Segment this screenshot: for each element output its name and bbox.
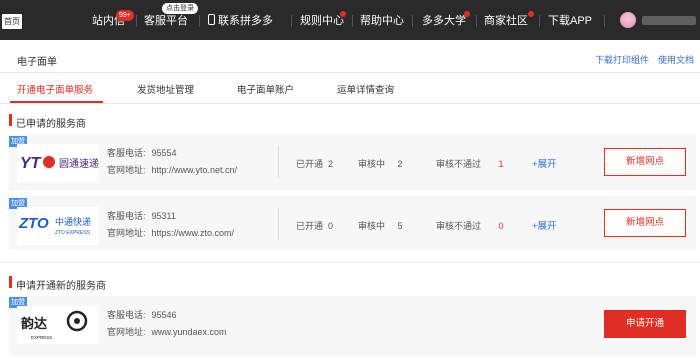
phone-label: 客服电话: — [107, 310, 146, 320]
svg-text:YT: YT — [20, 155, 42, 172]
phone-label: 客服电话: — [107, 148, 146, 158]
nav-university[interactable]: 多多大学 — [422, 0, 466, 40]
opened-stat: 已开通 2 — [296, 159, 334, 169]
applied-section-title: 已申请的服务商 — [16, 119, 86, 130]
yunda-logo: 韵达 EXPRESS — [17, 306, 99, 344]
zto-info: 客服电话: 95311 官网地址: https://www.zto.com/ — [107, 208, 234, 242]
site-label: 官网地址: — [107, 327, 146, 337]
nav-separator — [539, 15, 540, 27]
card-divider — [278, 146, 279, 178]
add-outlet-button[interactable]: 新增网点 — [604, 148, 686, 176]
tab-tracking[interactable]: 运单详情查询 — [337, 82, 394, 96]
nav-community[interactable]: 商家社区 — [484, 0, 528, 40]
reviewing-stat: 审核中 2 — [358, 159, 403, 169]
section-marker — [9, 276, 12, 288]
phone-icon — [208, 14, 215, 25]
reviewing-stat: 审核中 5 — [358, 221, 403, 231]
login-badge[interactable]: 点击登录 — [162, 3, 198, 14]
tabs-divider — [0, 103, 700, 104]
zto-logo-sub: ZTO EXPRESS — [55, 230, 91, 236]
yunda-logo-text: 韵达 — [21, 316, 47, 332]
section-marker — [9, 114, 12, 126]
avatar[interactable] — [620, 12, 636, 28]
nav-contact-pdd[interactable]: 联系拼多多 — [208, 0, 273, 40]
svg-text:ZTO: ZTO — [18, 215, 49, 232]
username-redacted — [642, 16, 696, 25]
yunda-logo-sub: EXPRESS — [31, 335, 52, 340]
nav-rules[interactable]: 规则中心 — [300, 0, 344, 40]
nav-separator — [291, 15, 292, 27]
zto-logo-text: 中通快递 — [55, 216, 91, 228]
yto-logo-icon: YT 圆通速递 — [20, 155, 99, 172]
phone-value: 95546 — [151, 310, 177, 320]
nav-separator — [476, 15, 477, 27]
phone-label: 客服电话: — [107, 211, 146, 221]
page-title: 电子面单 — [17, 57, 57, 68]
nav-contact-label: 联系拼多多 — [218, 15, 273, 27]
download-print-link[interactable]: 下载打印组件 — [595, 53, 649, 66]
apply-open-button[interactable]: 申请开通 — [604, 310, 686, 338]
site-value: http://www.yto.net.cn/ — [151, 165, 238, 175]
site-value: www.yundaex.com — [151, 327, 227, 337]
yunda-info: 客服电话: 95546 官网地址: www.yundaex.com — [107, 307, 227, 341]
nav-download-app[interactable]: 下载APP — [548, 0, 592, 40]
notification-dot — [340, 11, 346, 17]
rejected-stat: 审核不通过 0 — [436, 221, 504, 231]
docs-link[interactable]: 使用文档 — [658, 53, 694, 66]
opened-stat: 已开通 0 — [296, 221, 334, 231]
rejected-stat: 审核不通过 1 — [436, 159, 504, 169]
add-outlet-button[interactable]: 新增网点 — [604, 209, 686, 237]
site-label: 官网地址: — [107, 165, 146, 175]
top-nav-bar: 首页 站内信 99+ 客服平台 点击登录 联系拼多多 规则中心 帮助中心 多多大… — [0, 0, 700, 40]
nav-separator — [412, 15, 413, 27]
zto-logo: ZTO 中通快递 ZTO EXPRESS — [17, 207, 99, 245]
tab-account[interactable]: 电子面单账户 — [237, 82, 294, 96]
yto-logo: YT 圆通速递 — [17, 144, 99, 182]
phone-value: 95311 — [151, 211, 176, 221]
card-divider — [278, 208, 279, 240]
nav-help[interactable]: 帮助中心 — [360, 0, 404, 40]
yto-info: 客服电话: 95554 官网地址: http://www.yto.net.cn/ — [107, 145, 237, 179]
yto-logo-text: 圆通速递 — [59, 157, 99, 170]
tab-open-service[interactable]: 开通电子面单服务 — [17, 82, 93, 96]
site-label: 官网地址: — [107, 228, 146, 238]
new-section-title: 申请开通新的服务商 — [16, 281, 106, 292]
nav-separator — [352, 15, 353, 27]
expand-link[interactable]: +展开 — [532, 218, 557, 232]
notification-dot — [528, 11, 534, 17]
inbox-count-badge: 99+ — [116, 10, 134, 21]
phone-value: 95554 — [151, 148, 177, 158]
yunda-logo-icon: 韵达 EXPRESS — [21, 310, 88, 340]
zto-logo-icon: ZTO 中通快递 ZTO EXPRESS — [18, 215, 91, 236]
notification-dot — [464, 11, 470, 17]
nav-separator — [604, 15, 605, 27]
nav-separator — [199, 15, 200, 27]
tab-address[interactable]: 发货地址管理 — [137, 82, 194, 96]
nav-separator — [136, 15, 137, 27]
header-divider — [0, 72, 700, 73]
expand-link[interactable]: +展开 — [532, 156, 557, 170]
home-button[interactable]: 首页 — [2, 14, 22, 29]
site-value: https://www.zto.com/ — [151, 228, 235, 238]
section-divider — [0, 262, 700, 263]
